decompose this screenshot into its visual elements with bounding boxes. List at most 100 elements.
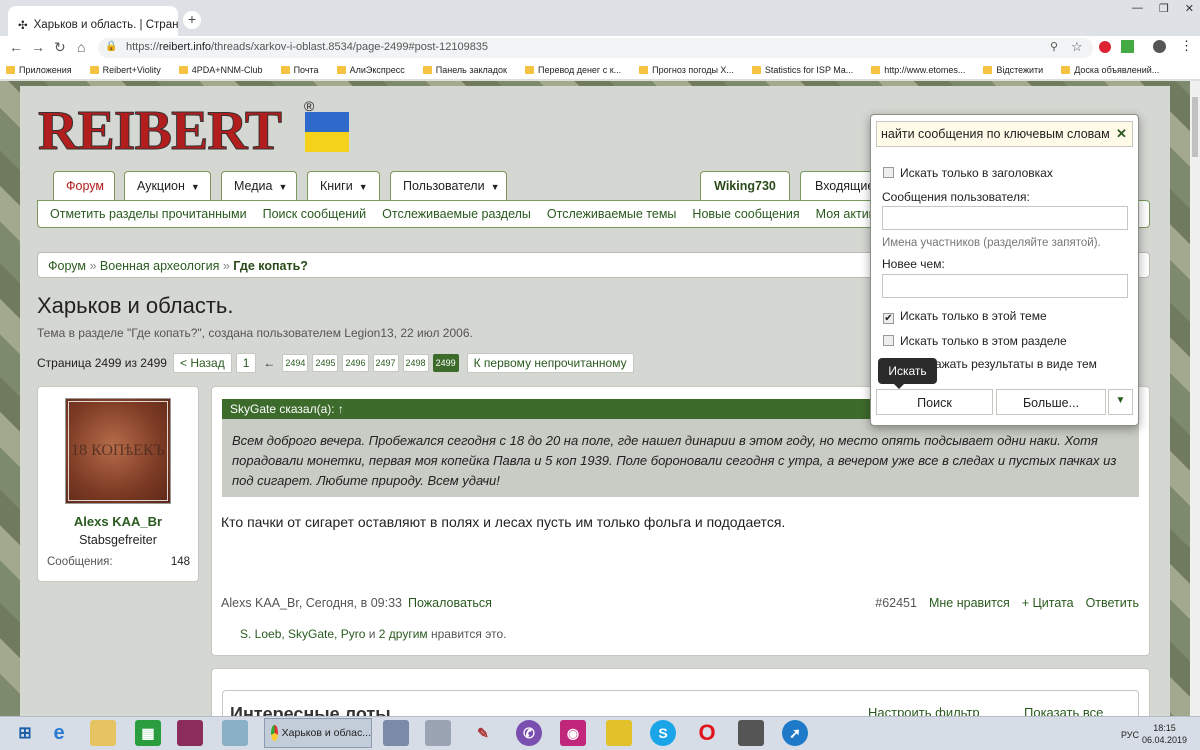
bookmark-item[interactable]: Прогноз погоды Х... (639, 65, 734, 75)
minimize-icon[interactable]: — (1132, 2, 1143, 15)
search-button[interactable]: Поиск (876, 389, 993, 415)
bookmark-item[interactable]: АлиЭкспресс (336, 65, 405, 75)
bookmark-item[interactable]: Перевод денег с к... (524, 65, 621, 75)
page-link[interactable]: 2497 (372, 354, 399, 372)
post-number[interactable]: #62451 (875, 596, 917, 610)
chrome-taskbar-button[interactable]: Харьков и облас... (264, 718, 372, 748)
home-icon[interactable]: ⌂ (77, 39, 85, 55)
shield-icon[interactable] (606, 720, 632, 746)
breadcrumb-forum[interactable]: Форум (48, 259, 86, 273)
camera-icon[interactable]: ◉ (560, 720, 586, 746)
like-button[interactable]: Мне нравится (929, 596, 1010, 610)
messages-label: Сообщения: (47, 556, 113, 568)
new-tab-button[interactable]: + (183, 11, 201, 29)
page-link[interactable]: 2496 (342, 354, 369, 372)
bookmark-item[interactable]: 4PDA+NNM-Club (178, 65, 263, 75)
adblock-icon[interactable] (1099, 41, 1111, 53)
bookmark-item[interactable]: Почта (280, 65, 319, 75)
tab-media[interactable]: Медиа ▼ (221, 171, 297, 201)
zoom-icon[interactable]: ⚲ (1050, 40, 1058, 53)
reply-button[interactable]: Ответить (1086, 596, 1139, 610)
clock[interactable]: 18:15 06.04.2019 (1142, 722, 1187, 746)
browser-tab[interactable]: ✣ Харьков и область. | Страница ✕ (8, 6, 178, 36)
network-app-icon[interactable] (383, 720, 409, 746)
quote-body: Всем доброго вечера. Пробежался сегодня … (222, 419, 1139, 497)
report-link[interactable]: Пожаловаться (408, 596, 492, 610)
bookmark-item[interactable]: Statistics for ISP Ma... (751, 65, 853, 75)
tab-books[interactable]: Книги ▼ (307, 171, 380, 201)
winrar-icon[interactable] (177, 720, 203, 746)
first-unread-button[interactable]: К первому непрочитанному (466, 353, 634, 373)
page-1-link[interactable]: 1 (235, 353, 257, 373)
bookmark-item[interactable]: http://www.etomes... (871, 65, 965, 75)
tab-auction[interactable]: Аукцион ▼ (124, 171, 211, 201)
this-thread-checkbox[interactable]: ✔ Искать только в этой теме (883, 309, 1047, 324)
newer-than-field[interactable] (882, 274, 1128, 298)
quote-button[interactable]: + Цитата (1022, 596, 1074, 610)
titles-only-checkbox[interactable]: Искать только в заголовках (883, 166, 1053, 180)
lock-icon[interactable]: 🔒 (105, 41, 117, 52)
pager-ellipsis[interactable]: ← (263, 356, 275, 370)
back-icon[interactable]: ← (9, 39, 23, 55)
url-prefix: https:// (126, 41, 160, 53)
site-logo[interactable]: REIBERT (37, 103, 282, 160)
more-options-button[interactable]: Больше... (996, 389, 1106, 415)
file-explorer-icon[interactable] (90, 720, 116, 746)
subnav-new-messages[interactable]: Новые сообщения (692, 207, 799, 221)
store-icon[interactable]: ▦ (135, 720, 161, 746)
post-date[interactable]: Alexs KAA_Br, Сегодня, в 09:33 (221, 596, 402, 610)
clear-search-icon[interactable]: ✕ (1116, 126, 1127, 142)
user-message-count: Сообщения: 148 (47, 556, 190, 568)
tab-users[interactable]: Пользователи ▼ (390, 171, 507, 201)
speedtest-icon[interactable]: ➚ (782, 720, 808, 746)
page-link[interactable]: 2494 (282, 354, 309, 372)
language-indicator[interactable]: РУС (1121, 730, 1139, 740)
breadcrumb-military-archaeology[interactable]: Военная археология (100, 259, 219, 273)
opera-icon[interactable]: O (694, 720, 720, 746)
newer-than-label: Новее чем: (882, 257, 945, 271)
page-link[interactable]: 2498 (402, 354, 429, 372)
media-icon[interactable] (738, 720, 764, 746)
star-icon[interactable]: ☆ (1071, 39, 1083, 55)
page-link[interactable]: 2495 (312, 354, 339, 372)
user-messages-field[interactable] (882, 206, 1128, 230)
bookmark-item[interactable]: Reibert+Violity (89, 65, 161, 75)
skype-icon[interactable]: S (650, 720, 676, 746)
viber-icon[interactable]: ✆ (516, 720, 542, 746)
bookmark-item[interactable]: Доска объявлений... (1061, 65, 1159, 75)
subnav-watched-threads[interactable]: Отслеживаемые темы (547, 207, 677, 221)
avatar[interactable]: 18 КОПѣЕКЪ (65, 398, 171, 504)
extension-icon[interactable] (1121, 40, 1134, 53)
notepad-icon[interactable] (222, 720, 248, 746)
address-bar[interactable]: https://reibert.info/threads/xarkov-i-ob… (98, 38, 1093, 58)
tab-forum[interactable]: Форум (53, 171, 115, 201)
bookmark-item[interactable]: Відстежити (983, 65, 1043, 75)
forward-icon[interactable]: → (31, 39, 45, 55)
windows-start-icon[interactable]: ⊞ (12, 720, 38, 746)
maximize-icon[interactable]: ❐ (1159, 2, 1169, 15)
bookmark-item[interactable]: Панель закладок (422, 65, 507, 75)
paint-icon[interactable]: ✎ (470, 720, 496, 746)
subnav-watched-forums[interactable]: Отслеживаемые разделы (382, 207, 531, 221)
subnav-search-messages[interactable]: Поиск сообщений (263, 207, 367, 221)
this-forum-checkbox[interactable]: Искать только в этом разделе (883, 334, 1067, 348)
menu-icon[interactable]: ⋮ (1180, 38, 1193, 54)
inbox-tab[interactable]: Входящие (800, 171, 875, 201)
breadcrumb-where-to-dig[interactable]: Где копать? (233, 259, 308, 273)
prev-page-button[interactable]: < Назад (172, 353, 232, 373)
post-author[interactable]: Alexs KAA_Br (37, 514, 199, 529)
close-window-icon[interactable]: ✕ (1185, 2, 1194, 15)
likes-users[interactable]: S. Loeb, SkyGate, Pyro (240, 627, 365, 641)
messages-count[interactable]: 148 (171, 556, 190, 568)
subnav-mark-read[interactable]: Отметить разделы прочитанными (50, 207, 247, 221)
chevron-down-icon[interactable]: ▼ (1108, 389, 1133, 415)
scrollbar[interactable] (1190, 81, 1200, 716)
reload-icon[interactable]: ↻ (54, 39, 66, 56)
calculator-icon[interactable] (425, 720, 451, 746)
likes-others[interactable]: 2 другим (379, 627, 428, 641)
profile-avatar[interactable] (1153, 40, 1166, 53)
internet-explorer-icon[interactable]: e (46, 720, 72, 746)
bookmark-item[interactable]: Приложения (6, 65, 72, 75)
search-input[interactable]: найти сообщения по ключевым словам (876, 121, 1133, 147)
user-menu-tab[interactable]: Wiking730 (700, 171, 790, 201)
